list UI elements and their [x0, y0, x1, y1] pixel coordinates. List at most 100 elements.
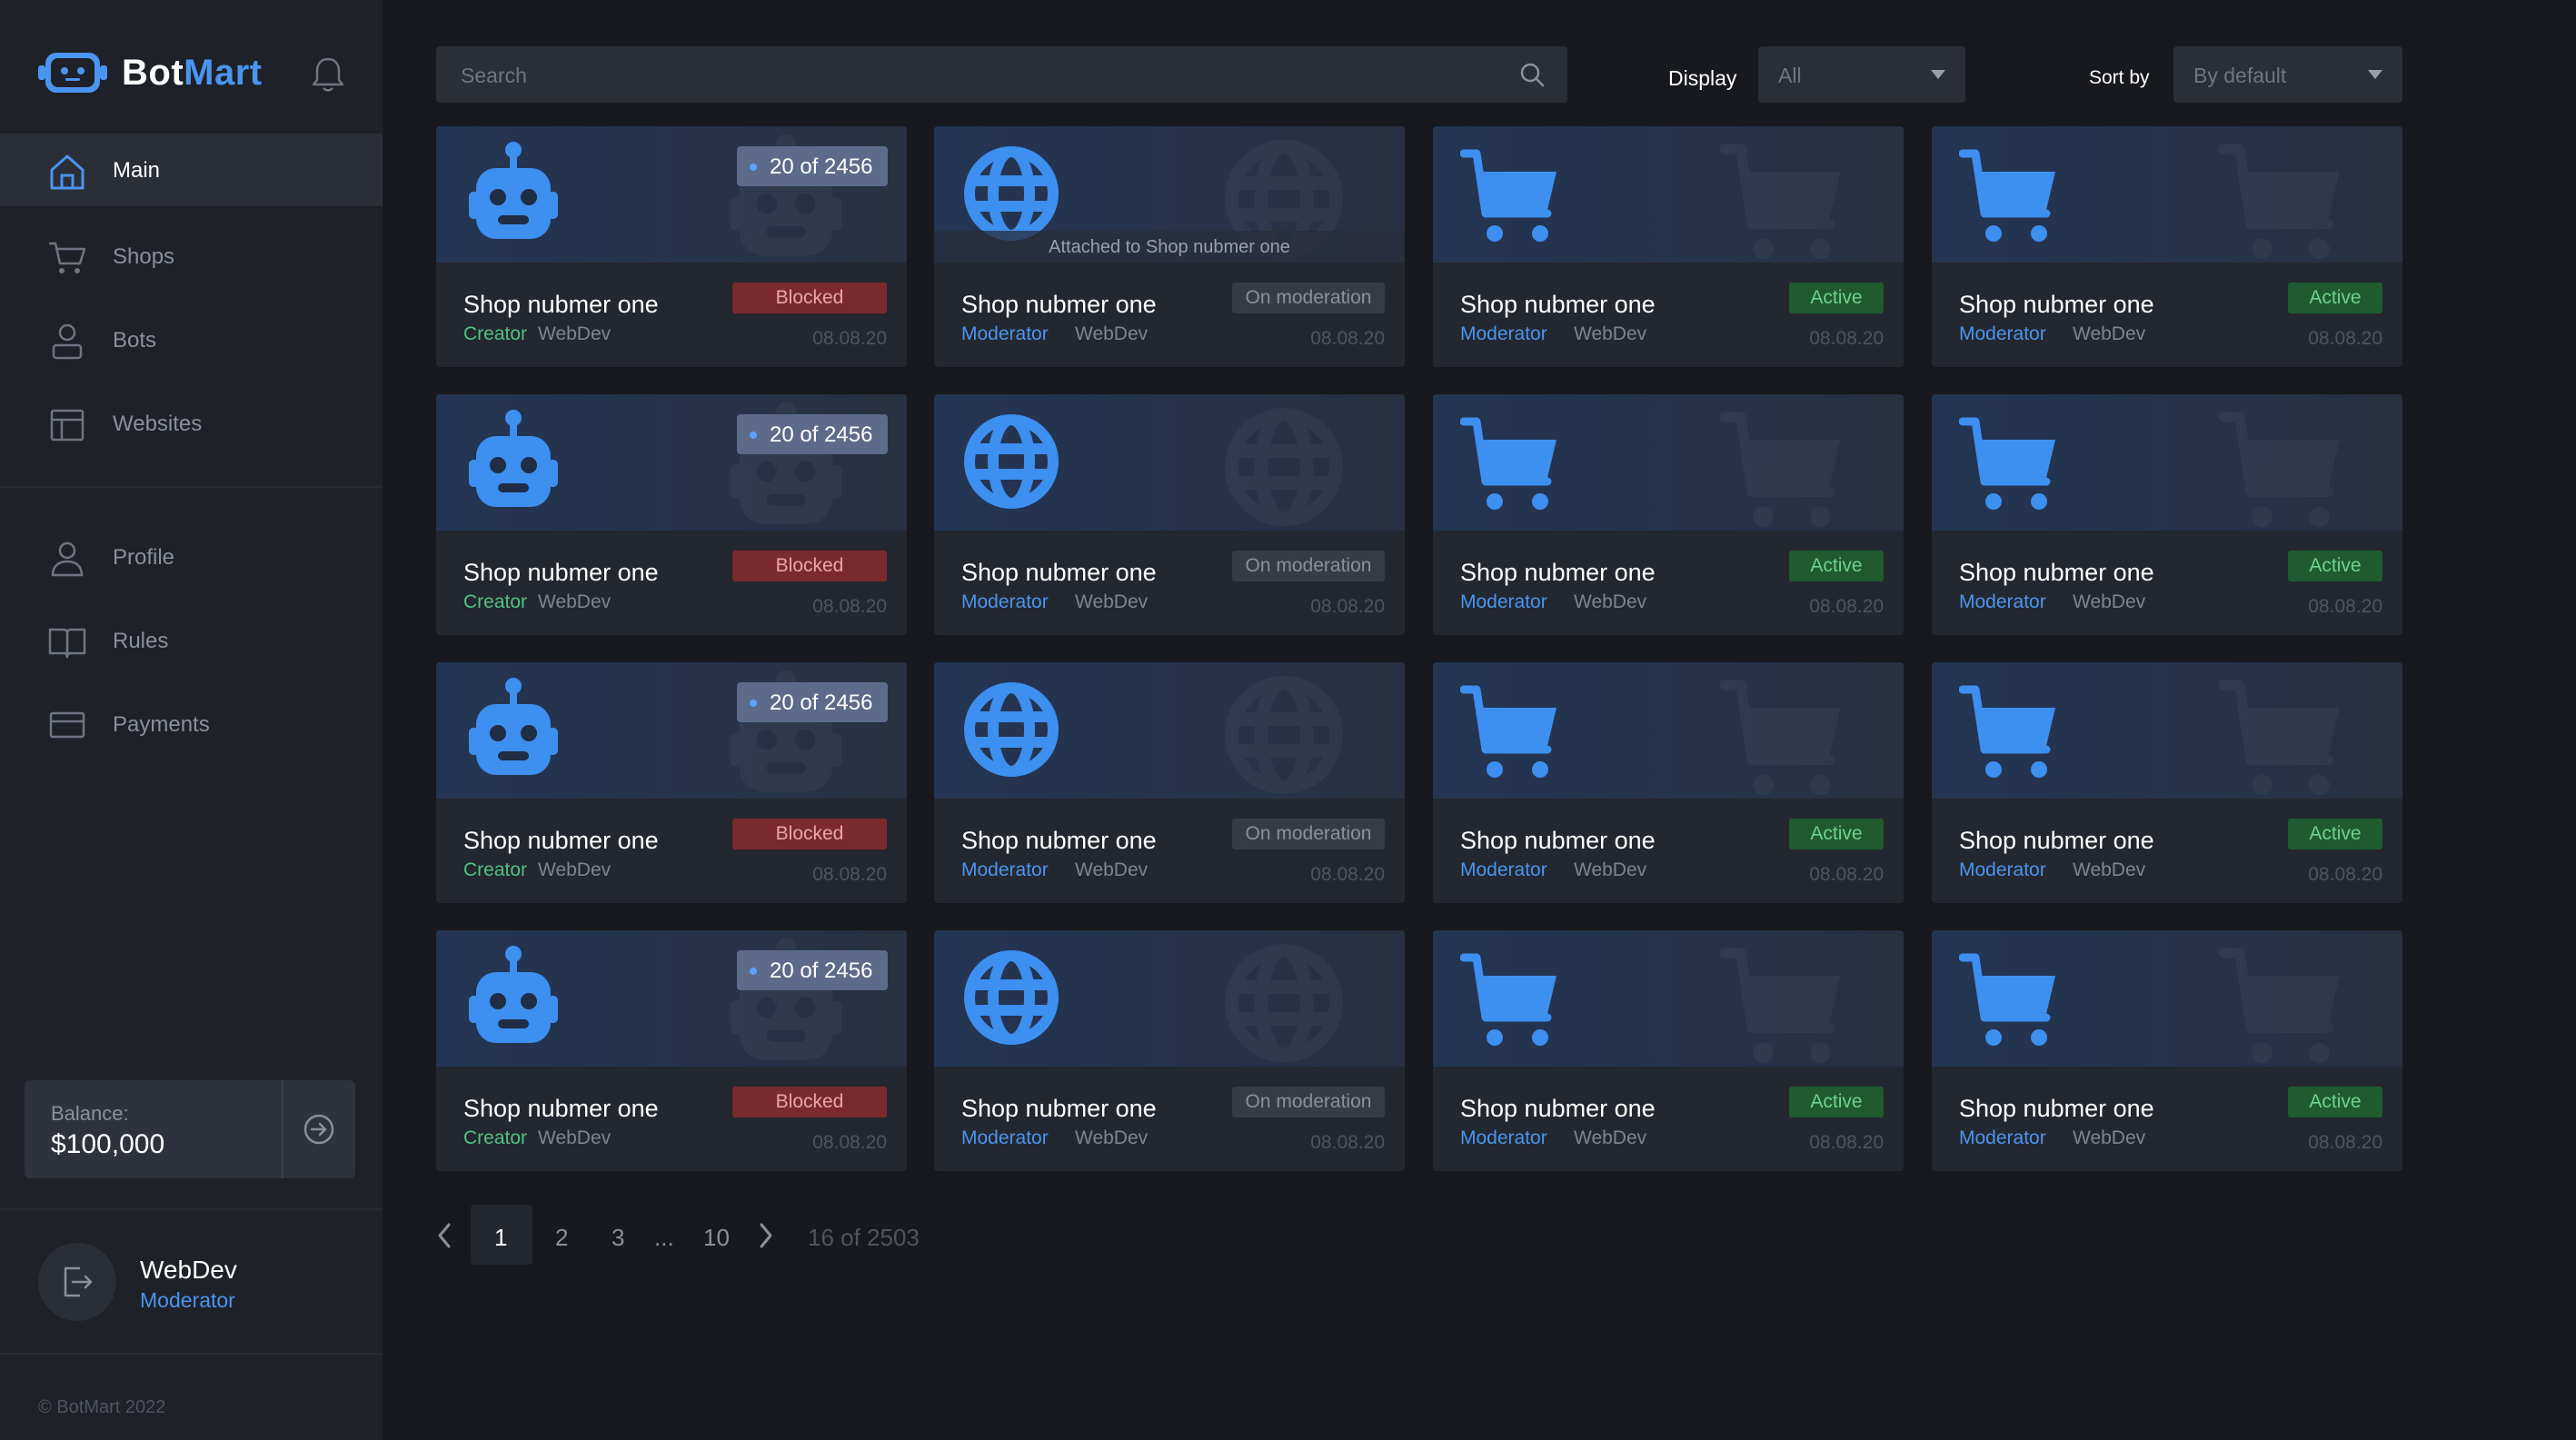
- sidebar-item-main[interactable]: Main: [0, 134, 383, 206]
- sort-value: By default: [2193, 64, 2287, 87]
- sidebar-item-websites[interactable]: Websites: [0, 387, 383, 460]
- item-card[interactable]: Shop nubmer one Moderator WebDev Active 08.0…: [1932, 126, 2402, 367]
- count-badge-text: 20 of 2456: [770, 422, 873, 447]
- item-card[interactable]: Shop nubmer one Moderator WebDev On moderat…: [934, 394, 1405, 635]
- item-card[interactable]: Shop nubmer one Moderator WebDev On moderat…: [934, 930, 1405, 1171]
- robot-icon: [463, 139, 563, 248]
- sidebar-item-profile[interactable]: Profile: [0, 521, 383, 593]
- search-input[interactable]: Search: [436, 46, 1567, 103]
- display-label: Display: [1668, 66, 1737, 90]
- sidebar-item-rules[interactable]: Rules: [0, 604, 383, 677]
- sidebar-item-label: Shops: [113, 244, 175, 269]
- card-title: Shop nubmer one: [463, 559, 659, 586]
- user-block: WebDev Moderator: [38, 1243, 365, 1325]
- count-badge: 20 of 2456: [737, 950, 888, 990]
- item-card[interactable]: Shop nubmer one Moderator WebDev Active 08.0…: [1433, 662, 1904, 903]
- sidebar-item-shops[interactable]: Shops: [0, 220, 383, 293]
- status-badge: On moderation: [1232, 283, 1385, 313]
- item-card[interactable]: Shop nubmer one Moderator WebDev Active 08.0…: [1932, 662, 2402, 903]
- count-badge: 20 of 2456: [737, 146, 888, 186]
- sidebar-item-label: Payments: [113, 712, 210, 737]
- status-badge: Active: [1789, 1087, 1884, 1117]
- item-card[interactable]: Shop nubmer one Moderator WebDev Active 08.0…: [1433, 126, 1904, 367]
- cart-icon: [1958, 407, 2059, 516]
- page-button-1[interactable]: 1: [494, 1224, 507, 1252]
- chevron-left-icon[interactable]: [433, 1220, 456, 1251]
- page-button-2[interactable]: 2: [555, 1224, 568, 1252]
- cart-icon: [1459, 943, 1560, 1052]
- display-select[interactable]: All: [1758, 46, 1965, 103]
- cart-icon: [2195, 935, 2368, 1071]
- card-title: Shop nubmer one: [1959, 1095, 2154, 1122]
- card-owner: WebDev: [1075, 859, 1149, 880]
- sidebar-item-label: Rules: [113, 629, 169, 653]
- globe-icon: [961, 407, 1061, 516]
- item-card[interactable]: 20 of 2456 Shop nubmer one Creator WebDev Bl…: [436, 662, 907, 903]
- item-card[interactable]: Shop nubmer one Moderator WebDev Active 08.0…: [1932, 930, 2402, 1171]
- globe-icon: [961, 943, 1061, 1052]
- item-card[interactable]: 20 of 2456 Shop nubmer one Creator WebDev Bl…: [436, 126, 907, 367]
- card-date: 08.08.20: [1310, 1132, 1385, 1153]
- robot-icon: [463, 943, 563, 1052]
- card-role: Creator: [463, 591, 528, 612]
- bot-logo-icon: [38, 53, 107, 93]
- item-card[interactable]: Shop nubmer one Moderator WebDev Active 08.0…: [1433, 394, 1904, 635]
- card-banner: [1932, 662, 2402, 799]
- chevron-down-icon: [1931, 70, 1945, 79]
- copyright: © BotMart 2022: [38, 1397, 166, 1417]
- sidebar-item-bots[interactable]: Bots: [0, 303, 383, 376]
- card-role: Moderator: [961, 591, 1049, 612]
- badge-dot-icon: [750, 432, 757, 439]
- card-banner: [1932, 930, 2402, 1067]
- robot-icon: [463, 675, 563, 784]
- logout-button[interactable]: [38, 1243, 116, 1321]
- card-owner: WebDev: [1574, 859, 1647, 880]
- cart-icon: [1696, 399, 1869, 535]
- card-role: Moderator: [1959, 859, 2046, 880]
- card-banner: [934, 930, 1405, 1067]
- sidebar-item-label: Profile: [113, 545, 175, 570]
- card-banner: 20 of 2456: [436, 930, 907, 1067]
- globe-icon: [1198, 667, 1370, 803]
- status-badge: Active: [2288, 1087, 2382, 1117]
- sidebar-item-label: Websites: [113, 412, 203, 436]
- bell-icon[interactable]: [309, 55, 347, 94]
- profile-icon: [51, 541, 84, 577]
- cart-icon: [2195, 667, 2368, 803]
- card-banner: Attached to Shop nubmer one: [934, 126, 1405, 263]
- card-owner: WebDev: [538, 859, 612, 880]
- card-banner: [1433, 662, 1904, 799]
- item-card[interactable]: Attached to Shop nubmer one Shop nubmer o…: [934, 126, 1405, 367]
- search-icon[interactable]: [1518, 61, 1546, 88]
- sidebar-item-label: Bots: [113, 328, 157, 353]
- item-card[interactable]: Shop nubmer one Moderator WebDev Active 08.0…: [1932, 394, 2402, 635]
- balance-topup-button[interactable]: [284, 1080, 355, 1178]
- item-card[interactable]: 20 of 2456 Shop nubmer one Creator WebDev Bl…: [436, 930, 907, 1171]
- brand-part-bot: Bot: [122, 53, 184, 93]
- item-card[interactable]: 20 of 2456 Shop nubmer one Creator WebDev Bl…: [436, 394, 907, 635]
- card-banner: [1433, 394, 1904, 531]
- card-role: Creator: [463, 323, 528, 344]
- logo[interactable]: BotMart: [38, 47, 347, 102]
- card-title: Shop nubmer one: [961, 827, 1157, 854]
- item-card[interactable]: Shop nubmer one Moderator WebDev Active 08.0…: [1433, 930, 1904, 1171]
- sidebar-item-payments[interactable]: Payments: [0, 688, 383, 760]
- card-title: Shop nubmer one: [1460, 291, 1656, 318]
- chevron-right-icon[interactable]: [754, 1220, 778, 1251]
- card-owner: WebDev: [1574, 591, 1647, 612]
- status-badge: Active: [1789, 551, 1884, 581]
- card-banner: 20 of 2456: [436, 394, 907, 531]
- card-owner: WebDev: [2073, 323, 2146, 344]
- page-button-10[interactable]: 10: [703, 1224, 730, 1252]
- cart-icon: [1459, 675, 1560, 784]
- card-title: Shop nubmer one: [1460, 559, 1656, 586]
- sidebar: BotMart Main Shops Bots Websites Profile…: [0, 0, 383, 1440]
- page-button-3[interactable]: 3: [612, 1224, 624, 1252]
- chevron-down-icon: [2368, 70, 2382, 79]
- sort-select[interactable]: By default: [2173, 46, 2402, 103]
- globe-icon: [961, 675, 1061, 784]
- balance-divider: [282, 1080, 283, 1178]
- card-owner: WebDev: [2073, 859, 2146, 880]
- item-card[interactable]: Shop nubmer one Moderator WebDev On moderat…: [934, 662, 1405, 903]
- badge-dot-icon: [750, 700, 757, 707]
